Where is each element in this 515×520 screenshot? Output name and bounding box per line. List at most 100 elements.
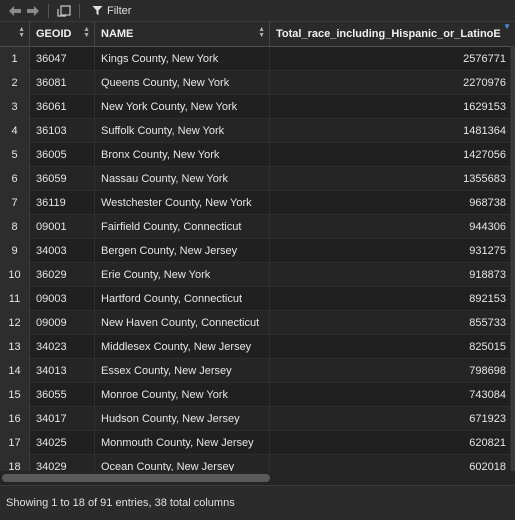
- data-table: ▲ ▼ GEOID ▲ ▼ NAME ▲ ▼ Total_race_including…: [0, 22, 515, 471]
- row-index: 3: [0, 95, 30, 119]
- geoid-cell: 36081: [30, 71, 95, 95]
- total-cell: 743084: [270, 383, 511, 407]
- total-cell: 798698: [270, 359, 511, 383]
- name-cell: Bronx County, New York: [95, 143, 270, 167]
- total-cell: 2576771: [270, 47, 511, 71]
- row-index: 4: [0, 119, 30, 143]
- row-index: 15: [0, 383, 30, 407]
- toolbar: Filter: [0, 0, 515, 22]
- table-row[interactable]: 4 36103 Suffolk County, New York 1481364: [0, 119, 515, 143]
- name-cell: Suffolk County, New York: [95, 119, 270, 143]
- table-row[interactable]: 11 09003 Hartford County, Connecticut 89215…: [0, 287, 515, 311]
- arrow-left-icon[interactable]: [6, 2, 24, 20]
- status-bar: Showing 1 to 18 of 91 entries, 38 total …: [0, 485, 515, 520]
- name-cell: Essex County, New Jersey: [95, 359, 270, 383]
- total-cell: 1629153: [270, 95, 511, 119]
- row-index: 9: [0, 239, 30, 263]
- geoid-cell: 34003: [30, 239, 95, 263]
- name-cell: Bergen County, New Jersey: [95, 239, 270, 263]
- horizontal-scrollbar[interactable]: [0, 471, 515, 485]
- arrow-right-icon[interactable]: [24, 2, 42, 20]
- total-cell: 825015: [270, 335, 511, 359]
- row-index: 8: [0, 215, 30, 239]
- table-row[interactable]: 14 34013 Essex County, New Jersey 798698: [0, 359, 515, 383]
- geoid-cell: 36119: [30, 191, 95, 215]
- row-index: 7: [0, 191, 30, 215]
- popout-icon[interactable]: [55, 2, 73, 20]
- total-cell: 892153: [270, 287, 511, 311]
- geoid-cell: 36029: [30, 263, 95, 287]
- table-row[interactable]: 17 34025 Monmouth County, New Jersey 620821: [0, 431, 515, 455]
- table-row[interactable]: 13 34023 Middlesex County, New Jersey 82501…: [0, 335, 515, 359]
- geoid-cell: 36055: [30, 383, 95, 407]
- table-row[interactable]: 16 34017 Hudson County, New Jersey 671923: [0, 407, 515, 431]
- total-cell: 855733: [270, 311, 511, 335]
- table-row[interactable]: 10 36029 Erie County, New York 918873: [0, 263, 515, 287]
- column-header-geoid[interactable]: GEOID ▲ ▼: [30, 22, 95, 46]
- column-header-name[interactable]: NAME ▲ ▼: [95, 22, 270, 46]
- total-cell: 1427056: [270, 143, 511, 167]
- name-cell: Nassau County, New York: [95, 167, 270, 191]
- geoid-cell: 34013: [30, 359, 95, 383]
- name-cell: Ocean County, New Jersey: [95, 455, 270, 471]
- funnel-icon: [92, 6, 103, 15]
- total-cell: 918873: [270, 263, 511, 287]
- table-row[interactable]: 2 36081 Queens County, New York 2270976: [0, 71, 515, 95]
- total-cell: 968738: [270, 191, 511, 215]
- total-cell: 671923: [270, 407, 511, 431]
- column-header-total[interactable]: Total_race_including_Hispanic_or_LatinoE…: [270, 22, 515, 46]
- name-cell: Queens County, New York: [95, 71, 270, 95]
- geoid-cell: 36047: [30, 47, 95, 71]
- table-row[interactable]: 1 36047 Kings County, New York 2576771: [0, 47, 515, 71]
- geoid-cell: 36059: [30, 167, 95, 191]
- entries-status: Showing 1 to 18 of 91 entries, 38 total …: [6, 497, 235, 509]
- row-index: 14: [0, 359, 30, 383]
- total-cell: 1481364: [270, 119, 511, 143]
- table-row[interactable]: 5 36005 Bronx County, New York 1427056: [0, 143, 515, 167]
- table-row[interactable]: 15 36055 Monroe County, New York 743084: [0, 383, 515, 407]
- toolbar-divider: [79, 3, 80, 18]
- row-index: 6: [0, 167, 30, 191]
- total-cell: 1355683: [270, 167, 511, 191]
- table-row[interactable]: 18 34029 Ocean County, New Jersey 602018: [0, 455, 515, 471]
- toolbar-divider: [48, 3, 49, 18]
- geoid-cell: 09009: [30, 311, 95, 335]
- filter-button[interactable]: Filter: [92, 5, 131, 17]
- geoid-cell: 09001: [30, 215, 95, 239]
- total-cell: 620821: [270, 431, 511, 455]
- name-cell: Monroe County, New York: [95, 383, 270, 407]
- sort-desc-icon: ▼: [503, 22, 511, 31]
- name-cell: Kings County, New York: [95, 47, 270, 71]
- column-header-index[interactable]: ▲ ▼: [0, 22, 30, 46]
- row-index: 18: [0, 455, 30, 471]
- row-index: 2: [0, 71, 30, 95]
- row-index: 17: [0, 431, 30, 455]
- table-header: ▲ ▼ GEOID ▲ ▼ NAME ▲ ▼ Total_race_including…: [0, 22, 515, 47]
- sort-icon: ▲ ▼: [18, 26, 25, 39]
- geoid-cell: 34029: [30, 455, 95, 471]
- table-row[interactable]: 6 36059 Nassau County, New York 1355683: [0, 167, 515, 191]
- row-index: 11: [0, 287, 30, 311]
- total-cell: 944306: [270, 215, 511, 239]
- horizontal-scrollbar-thumb[interactable]: [2, 474, 270, 482]
- sort-icon: ▲ ▼: [83, 26, 90, 39]
- total-cell: 931275: [270, 239, 511, 263]
- table-row[interactable]: 12 09009 New Haven County, Connecticut 8557…: [0, 311, 515, 335]
- name-cell: New York County, New York: [95, 95, 270, 119]
- name-cell: Hartford County, Connecticut: [95, 287, 270, 311]
- name-cell: New Haven County, Connecticut: [95, 311, 270, 335]
- geoid-cell: 09003: [30, 287, 95, 311]
- table-row[interactable]: 7 36119 Westchester County, New York 968738: [0, 191, 515, 215]
- table-row[interactable]: 3 36061 New York County, New York 1629153: [0, 95, 515, 119]
- name-cell: Hudson County, New Jersey: [95, 407, 270, 431]
- sort-icon: ▲ ▼: [258, 26, 265, 39]
- total-cell: 602018: [270, 455, 511, 471]
- row-index: 13: [0, 335, 30, 359]
- table-row[interactable]: 8 09001 Fairfield County, Connecticut 94430…: [0, 215, 515, 239]
- row-index: 5: [0, 143, 30, 167]
- name-cell: Monmouth County, New Jersey: [95, 431, 270, 455]
- table-row[interactable]: 9 34003 Bergen County, New Jersey 931275: [0, 239, 515, 263]
- row-index: 10: [0, 263, 30, 287]
- vertical-scrollbar[interactable]: [511, 46, 515, 471]
- name-cell: Fairfield County, Connecticut: [95, 215, 270, 239]
